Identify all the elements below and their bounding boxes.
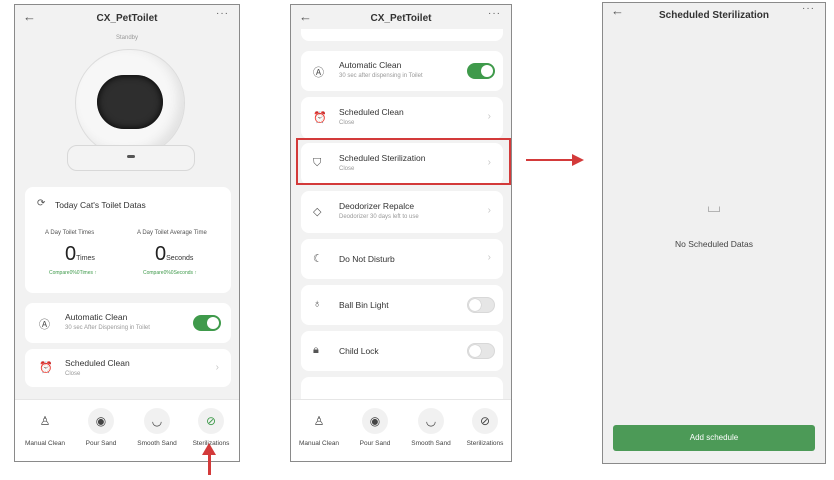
page-title: CX_PetToilet [370, 13, 432, 24]
nav-smooth-sand[interactable]: ◡ Smooth Sand [403, 408, 459, 447]
moon-icon: ☾ [313, 253, 323, 265]
arrow-shaft [208, 453, 211, 475]
nav-manual-clean[interactable]: ♙ Manual Clean [291, 408, 347, 447]
phone-screen-settings: ← CX_PetToilet ··· Ⓐ Automatic Clean 30 … [290, 4, 512, 462]
do-not-disturb-title: Do Not Disturb [339, 254, 395, 264]
top-bar: ← CX_PetToilet ··· [15, 5, 239, 35]
manual-clean-icon: ♙ [39, 414, 51, 428]
average-time-label: A Day Toilet Average Time [137, 230, 207, 236]
automatic-clean-subtitle: 30 sec after dispensing in Toilet [339, 73, 423, 79]
do-not-disturb-row[interactable]: ☾ Do Not Disturb › [301, 239, 503, 279]
more-icon[interactable]: ··· [488, 8, 501, 19]
alarm-clock-icon: ⏰ [39, 362, 53, 374]
datas-title: Today Cat's Toilet Datas [55, 200, 146, 210]
chevron-right-icon: › [487, 205, 491, 216]
more-icon[interactable]: ··· [216, 8, 229, 19]
more-icon[interactable]: ··· [802, 3, 815, 14]
scheduled-clean-title: Scheduled Clean [339, 107, 404, 117]
child-lock-title: Child Lock [339, 346, 379, 356]
automatic-clean-title: Automatic Clean [65, 312, 128, 322]
nav-label: Pour Sand [85, 440, 117, 447]
automatic-clean-row[interactable]: Ⓐ Automatic Clean 30 sec after dispensin… [301, 51, 503, 91]
pet-toilet-image [67, 49, 195, 175]
deodorizer-icon: ◇ [313, 206, 322, 218]
nav-label: Manual Clean [298, 440, 340, 447]
chevron-right-icon: › [487, 252, 491, 263]
nav-manual-clean[interactable]: ♙ Manual Clean [17, 408, 73, 447]
nav-label: Pour Sand [359, 440, 391, 447]
automatic-clean-toggle[interactable] [193, 315, 221, 331]
seconds-compare: Compare0%0Seconds ↑ [143, 270, 197, 276]
scheduled-clean-subtitle: Close [65, 371, 81, 377]
smooth-sand-icon: ◡ [144, 408, 170, 434]
automatic-clean-row[interactable]: Ⓐ Automatic Clean 30 sec After Dispensin… [25, 303, 231, 343]
seconds-unit: Seconds [166, 255, 194, 262]
nav-pour-sand[interactable]: ◉ Pour Sand [73, 408, 129, 447]
sterilization-icon: ⊘ [472, 408, 498, 434]
scheduled-clean-row[interactable]: ⏰ Scheduled Clean Close › [25, 349, 231, 387]
phone-screen-scheduled-sterilization: ← Scheduled Sterilization ··· ⌴ No Sched… [602, 2, 826, 464]
chevron-right-icon: › [487, 111, 491, 122]
times-stat: 0Times [65, 243, 95, 266]
pour-sand-icon: ◉ [88, 408, 114, 434]
page-title: Scheduled Sterilization [658, 10, 770, 21]
scheduled-clean-subtitle: Close [339, 120, 355, 126]
empty-box-icon: ⌴ [707, 199, 721, 216]
nav-smooth-sand[interactable]: ◡ Smooth Sand [129, 408, 185, 447]
pour-sand-icon: ◉ [362, 408, 388, 434]
scheduled-clean-title: Scheduled Clean [65, 358, 130, 368]
phone-screen-home: ← CX_PetToilet ··· Standby ⟳ Today Cat's… [14, 4, 240, 462]
chevron-right-icon: › [215, 362, 219, 373]
highlight-box [296, 138, 511, 185]
bottom-nav: ♙ Manual Clean ◉ Pour Sand ◡ Smooth Sand… [291, 399, 511, 461]
nav-pour-sand[interactable]: ◉ Pour Sand [347, 408, 403, 447]
automatic-clean-subtitle: 30 sec After Dispensing in Toilet [65, 325, 150, 331]
page-title: CX_PetToilet [96, 13, 158, 24]
nav-label: Manual Clean [24, 440, 66, 447]
trend-up-icon: ↑ [194, 270, 197, 276]
automatic-clean-icon: Ⓐ [313, 67, 324, 79]
card-edge [301, 29, 503, 41]
times-unit: Times [76, 255, 95, 262]
times-value: 0 [65, 243, 77, 265]
lock-icon: 🔒︎ [313, 344, 319, 356]
smooth-sand-icon: ◡ [418, 408, 444, 434]
nav-sterilizations[interactable]: ⊘ Sterilizations [183, 408, 239, 447]
refresh-icon: ⟳ [37, 198, 46, 209]
child-lock-row: 🔒︎ Child Lock [301, 331, 503, 371]
deodorizer-row[interactable]: ◇ Deodorizer Repalce Deodorizer 30 days … [301, 191, 503, 233]
automatic-clean-toggle[interactable] [467, 63, 495, 79]
nav-label: Sterilizations [466, 440, 504, 447]
deodorizer-subtitle: Deodorizer 30 days left to use [339, 214, 419, 220]
child-lock-toggle[interactable] [467, 343, 495, 359]
arrow-right-icon [526, 159, 574, 161]
seconds-stat: 0Seconds [155, 243, 193, 266]
deodorizer-title: Deodorizer Repalce [339, 201, 415, 211]
empty-state-text: No Scheduled Datas [675, 239, 753, 249]
automatic-clean-title: Automatic Clean [339, 60, 402, 70]
ball-bin-light-row: ♁ Ball Bin Light [301, 285, 503, 325]
toilet-datas-card: ⟳ Today Cat's Toilet Datas A Day Toilet … [25, 187, 231, 293]
arrow-head [572, 154, 584, 166]
nav-label: Smooth Sand [137, 440, 177, 447]
seconds-value: 0 [155, 243, 167, 265]
sterilization-icon: ⊘ [198, 408, 224, 434]
nav-sterilizations[interactable]: ⊘ Sterilizations [457, 408, 511, 447]
automatic-clean-icon: Ⓐ [39, 319, 50, 331]
trend-up-icon: ↑ [94, 270, 97, 276]
manual-clean-icon: ♙ [313, 414, 325, 428]
top-bar: ← Scheduled Sterilization ··· [603, 3, 825, 33]
alarm-clock-icon: ⏰ [313, 112, 327, 124]
times-label: A Day Toilet Times [45, 230, 95, 236]
times-compare: Compare0%0Times ↑ [49, 270, 97, 276]
light-bulb-icon: ♁ [313, 298, 322, 310]
device-status: Standby [115, 35, 139, 41]
nav-label: Smooth Sand [411, 440, 451, 447]
ball-bin-light-toggle[interactable] [467, 297, 495, 313]
ball-bin-light-title: Ball Bin Light [339, 300, 389, 310]
scheduled-clean-row[interactable]: ⏰ Scheduled Clean Close › [301, 97, 503, 139]
add-schedule-button[interactable]: Add schedule [613, 425, 815, 451]
